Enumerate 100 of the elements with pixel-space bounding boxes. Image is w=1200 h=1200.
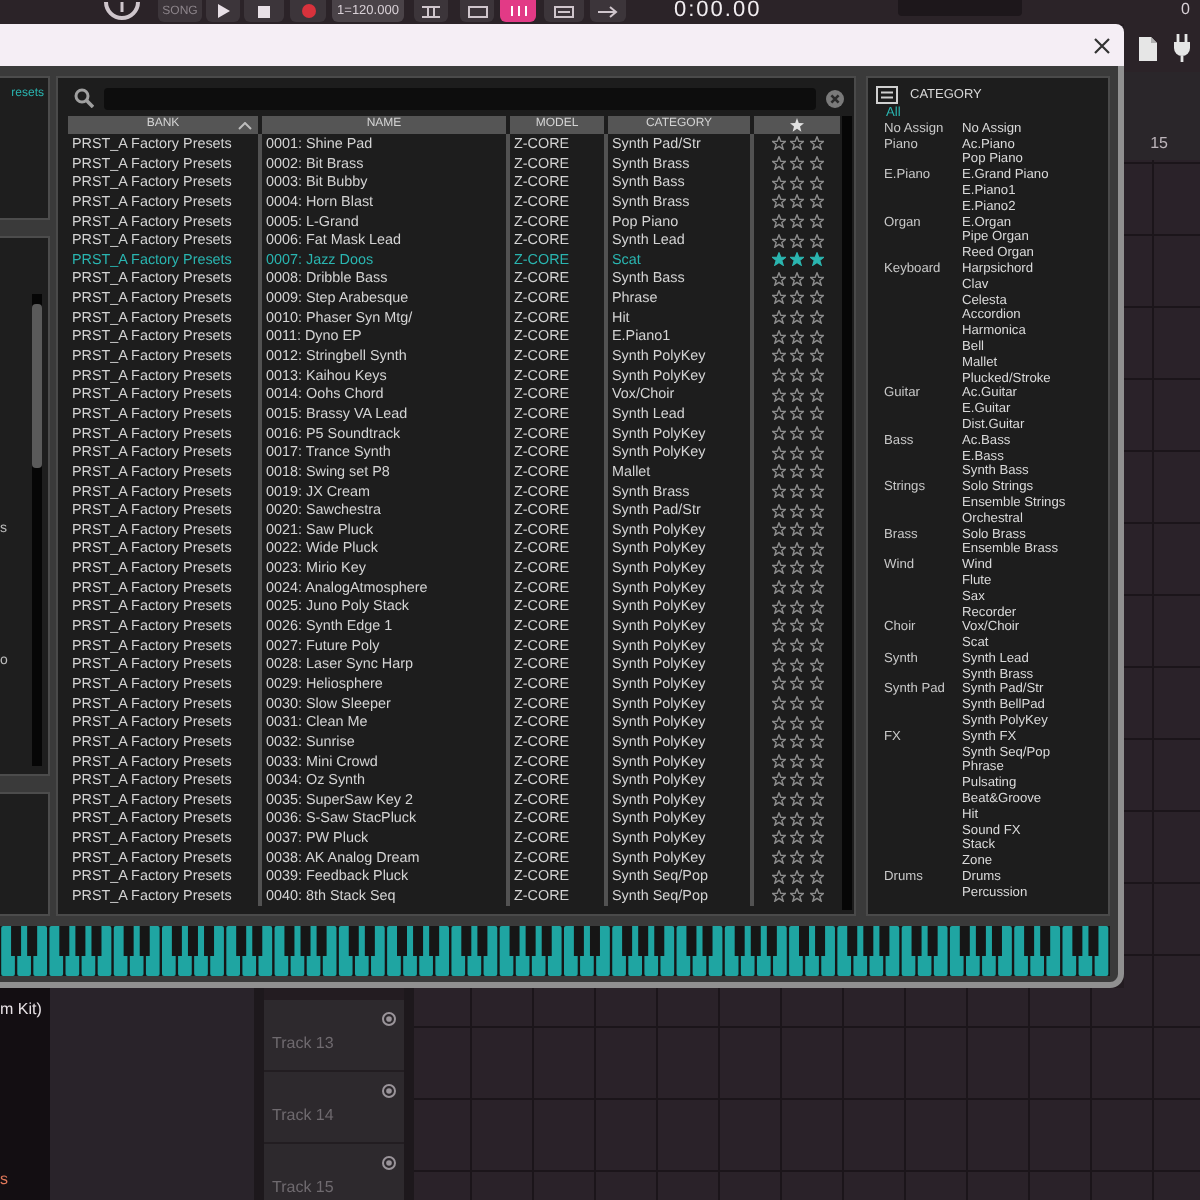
star-outline-icon[interactable] — [771, 715, 785, 730]
star-outline-icon[interactable] — [771, 503, 785, 517]
star-outline-icon[interactable] — [790, 329, 804, 344]
star-outline-icon[interactable] — [771, 695, 785, 710]
star-outline-icon[interactable] — [771, 368, 785, 383]
star-outline-icon[interactable] — [790, 541, 804, 556]
star-outline-icon[interactable] — [809, 348, 823, 363]
star-outline-icon[interactable] — [790, 175, 804, 190]
star-outline-icon[interactable] — [809, 503, 823, 517]
scrollbar-track[interactable] — [842, 116, 852, 910]
star-outline-icon[interactable] — [790, 830, 804, 845]
star-outline-icon[interactable] — [809, 464, 823, 479]
star-outline-icon[interactable] — [790, 580, 804, 595]
toolbar-button[interactable] — [460, 0, 494, 22]
star-outline-icon[interactable] — [790, 368, 804, 383]
star-outline-icon[interactable] — [790, 888, 804, 903]
stop-button[interactable] — [244, 0, 284, 22]
star-outline-icon[interactable] — [809, 869, 823, 884]
star-outline-icon[interactable] — [809, 406, 823, 421]
star-outline-icon[interactable] — [790, 734, 804, 749]
star-outline-icon[interactable] — [809, 695, 823, 710]
star-outline-icon[interactable] — [790, 271, 804, 286]
star-outline-icon[interactable] — [790, 695, 804, 710]
star-outline-icon[interactable] — [771, 290, 785, 305]
star-outline-icon[interactable] — [771, 888, 785, 903]
star-outline-icon[interactable] — [809, 637, 823, 652]
star-outline-icon[interactable] — [809, 657, 823, 672]
piano-keyboard-drawing[interactable] — [0, 926, 1110, 976]
star-outline-icon[interactable] — [809, 136, 823, 151]
star-outline-icon[interactable] — [809, 194, 823, 209]
star-outline-icon[interactable] — [771, 271, 785, 286]
star-outline-icon[interactable] — [771, 792, 785, 807]
star-outline-icon[interactable] — [809, 888, 823, 903]
star-outline-icon[interactable] — [809, 155, 823, 170]
star-outline-icon[interactable] — [771, 387, 785, 402]
star-outline-icon[interactable] — [771, 830, 785, 845]
star-outline-icon[interactable] — [771, 348, 785, 363]
clear-icon[interactable] — [826, 89, 844, 107]
star-outline-icon[interactable] — [771, 618, 785, 633]
star-outline-icon[interactable] — [790, 445, 804, 460]
star-outline-icon[interactable] — [771, 637, 785, 652]
star-outline-icon[interactable] — [790, 715, 804, 730]
plug-icon[interactable] — [1172, 34, 1192, 62]
star-outline-icon[interactable] — [809, 310, 823, 325]
star-outline-icon[interactable] — [809, 715, 823, 730]
close-button[interactable] — [1092, 35, 1112, 55]
star-outline-icon[interactable] — [809, 753, 823, 768]
star-outline-icon[interactable] — [771, 522, 785, 537]
scrollbar-thumb[interactable] — [32, 304, 42, 468]
knob-icon[interactable] — [104, 0, 140, 22]
star-outline-icon[interactable] — [771, 194, 785, 209]
star-outline-icon[interactable] — [790, 213, 804, 228]
star-outline-icon[interactable] — [771, 445, 785, 460]
star-outline-icon[interactable] — [790, 637, 804, 652]
star-outline-icon[interactable] — [771, 753, 785, 768]
star-outline-icon[interactable] — [809, 599, 823, 614]
star-outline-icon[interactable] — [790, 772, 804, 787]
document-icon[interactable] — [1138, 35, 1158, 61]
scrollbar-track[interactable] — [32, 294, 42, 766]
star-outline-icon[interactable] — [771, 425, 785, 440]
filled-star-icon[interactable] — [809, 252, 823, 267]
star-outline-icon[interactable] — [771, 734, 785, 749]
star-outline-icon[interactable] — [790, 676, 804, 691]
toolbar-button[interactable] — [544, 0, 584, 22]
star-outline-icon[interactable] — [771, 329, 785, 344]
star-outline-icon[interactable] — [771, 483, 785, 498]
star-outline-icon[interactable] — [809, 368, 823, 383]
star-outline-icon[interactable] — [790, 850, 804, 865]
star-outline-icon[interactable] — [809, 830, 823, 845]
star-outline-icon[interactable] — [809, 772, 823, 787]
star-outline-icon[interactable] — [809, 445, 823, 460]
star-outline-icon[interactable] — [790, 522, 804, 537]
filled-star-icon[interactable] — [790, 252, 804, 267]
star-outline-icon[interactable] — [790, 811, 804, 826]
toolbar-button[interactable] — [500, 0, 536, 22]
star-outline-icon[interactable] — [809, 271, 823, 286]
star-outline-icon[interactable] — [809, 541, 823, 556]
star-outline-icon[interactable] — [809, 734, 823, 749]
star-outline-icon[interactable] — [771, 811, 785, 826]
star-outline-icon[interactable] — [809, 213, 823, 228]
star-outline-icon[interactable] — [771, 580, 785, 595]
star-outline-icon[interactable] — [809, 850, 823, 865]
star-outline-icon[interactable] — [809, 580, 823, 595]
column-header[interactable] — [754, 116, 840, 134]
star-outline-icon[interactable] — [809, 560, 823, 575]
star-outline-icon[interactable] — [790, 618, 804, 633]
star-outline-icon[interactable] — [790, 155, 804, 170]
star-outline-icon[interactable] — [771, 136, 785, 151]
star-outline-icon[interactable] — [790, 387, 804, 402]
star-outline-icon[interactable] — [809, 175, 823, 190]
toolbar-button[interactable] — [590, 0, 626, 22]
toolbar-button[interactable] — [414, 0, 448, 22]
star-outline-icon[interactable] — [809, 329, 823, 344]
star-outline-icon[interactable] — [771, 850, 785, 865]
star-outline-icon[interactable] — [790, 406, 804, 421]
star-outline-icon[interactable] — [771, 560, 785, 575]
ring-dot-icon[interactable] — [382, 1156, 396, 1170]
ring-dot-icon[interactable] — [382, 1084, 396, 1098]
star-outline-icon[interactable] — [809, 387, 823, 402]
star-outline-icon[interactable] — [771, 310, 785, 325]
